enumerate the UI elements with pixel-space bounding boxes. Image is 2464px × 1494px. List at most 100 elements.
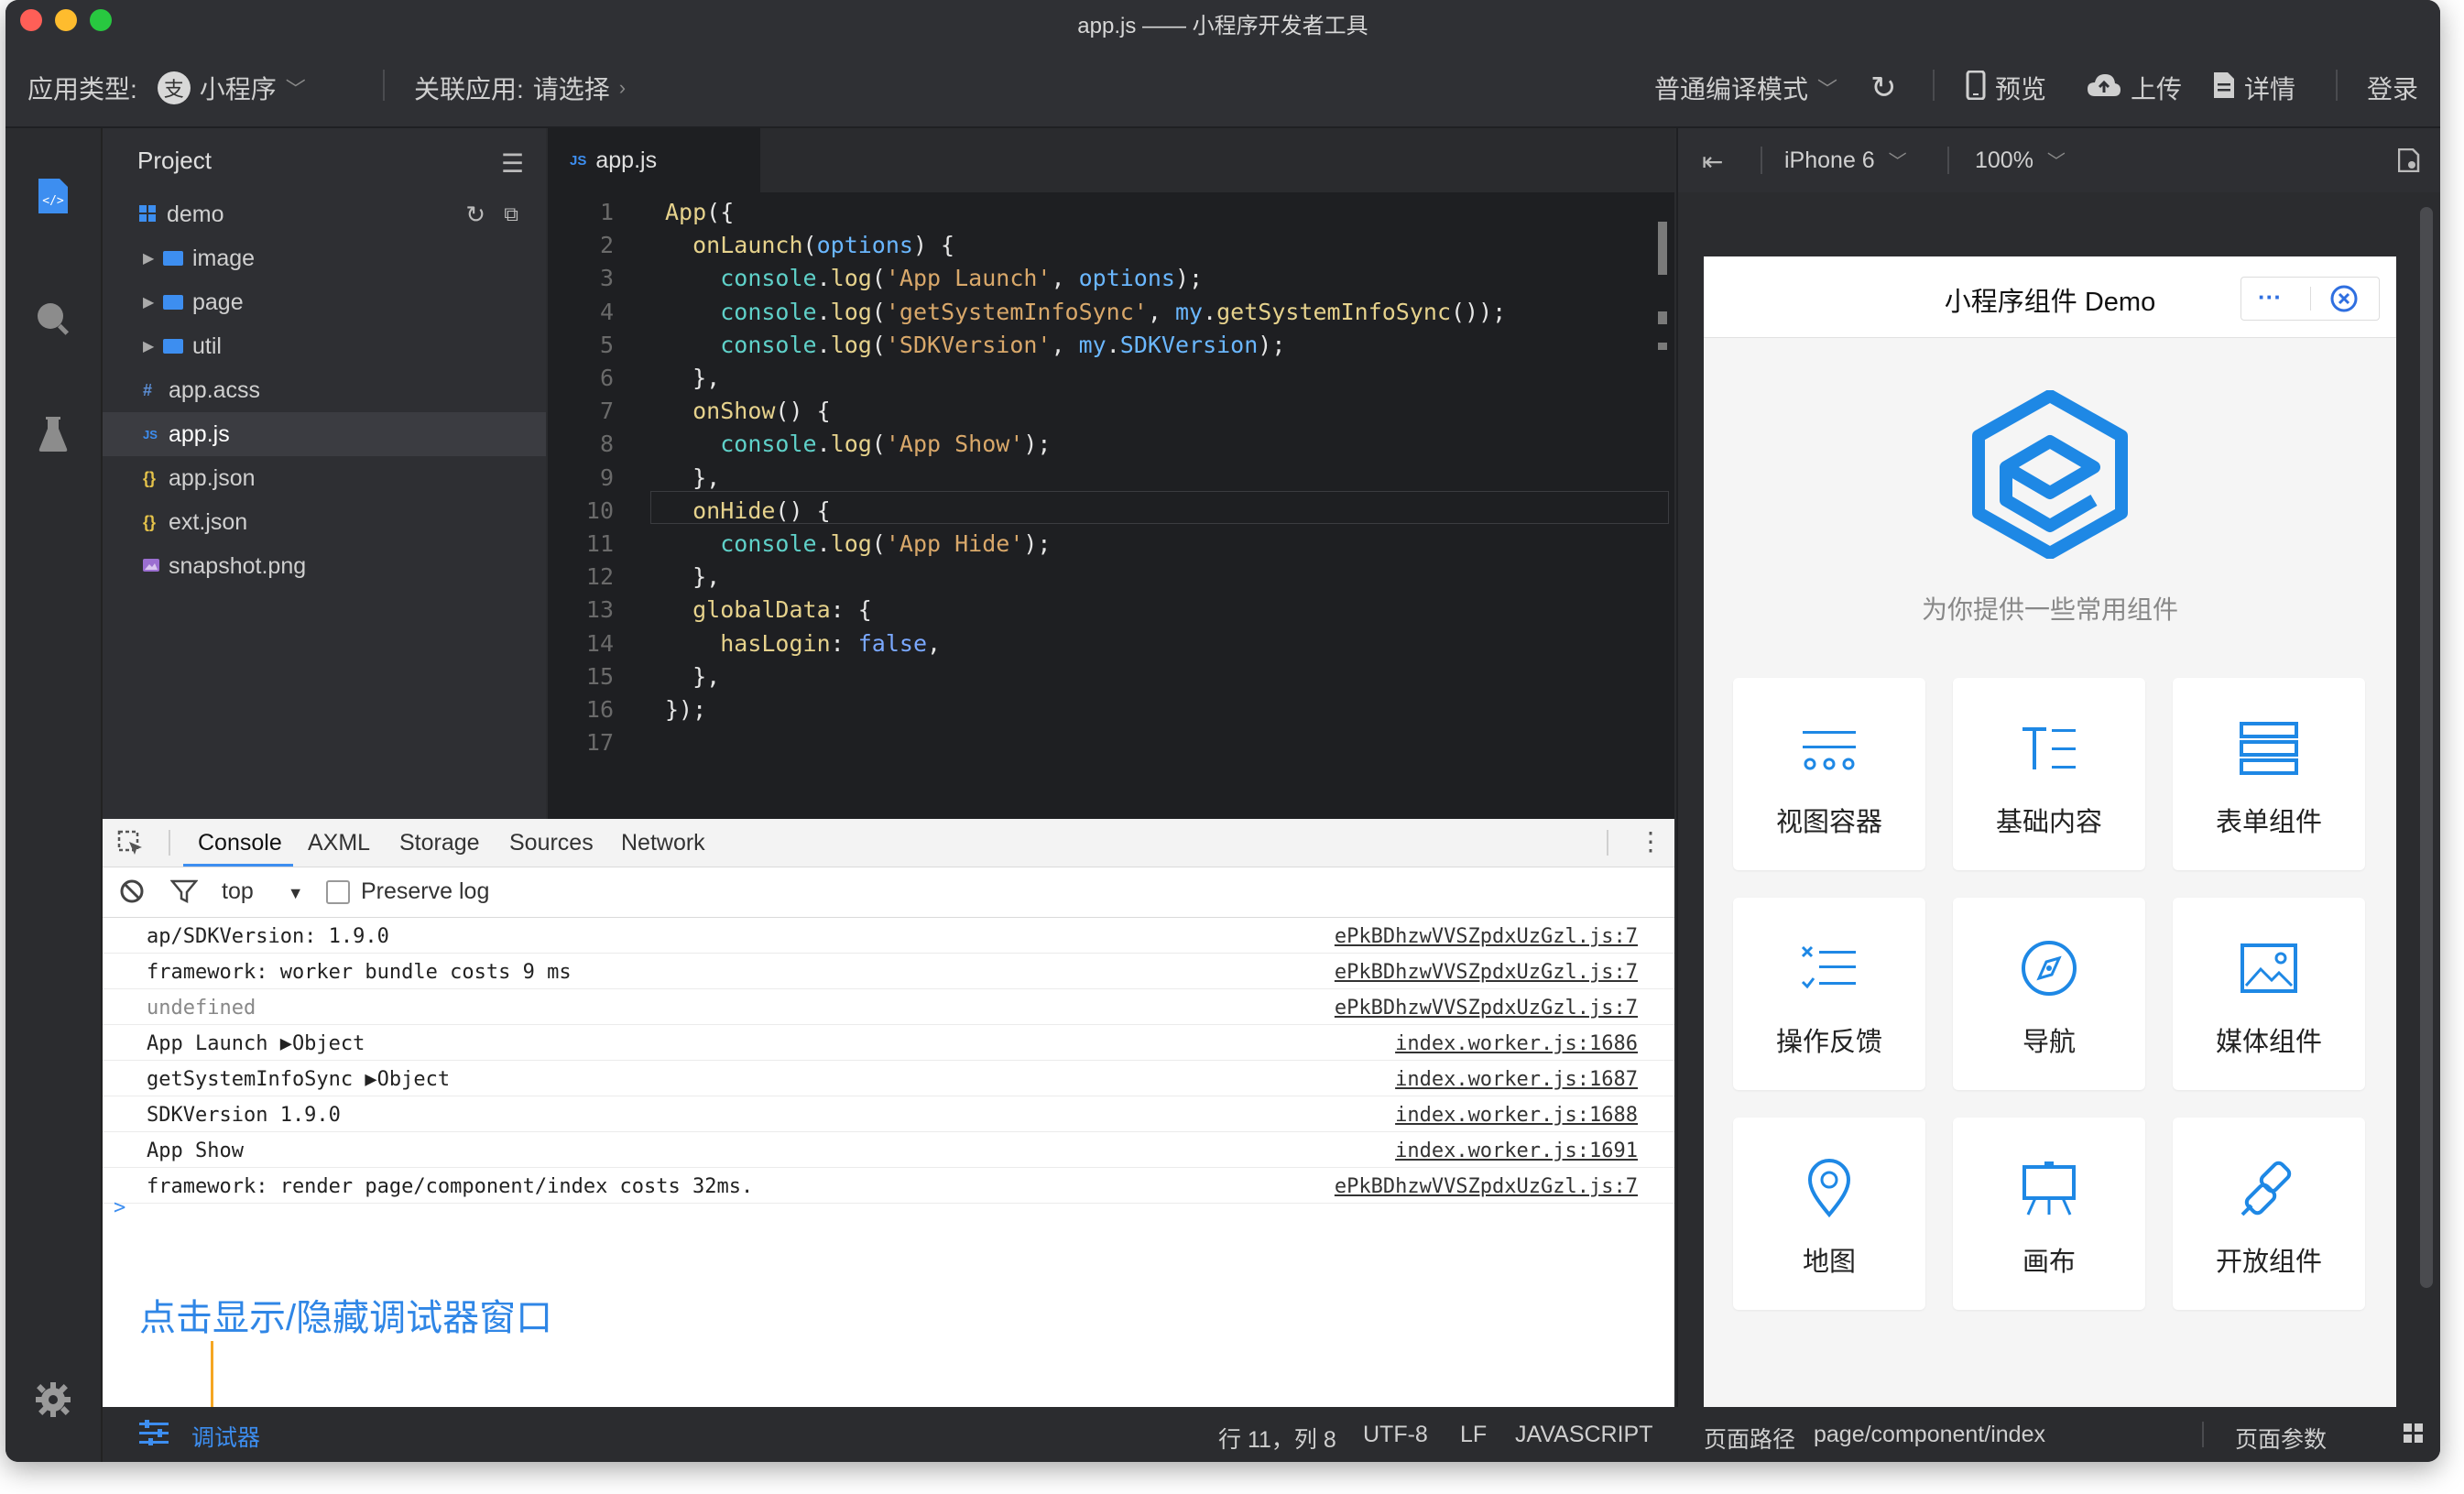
code-editor[interactable]: 1 App({2 onLaunch(options) {3 console.log… — [548, 192, 1674, 819]
tab-storage[interactable]: Storage — [399, 830, 480, 856]
app-type-selector[interactable]: 应用类型: 支 小程序 ﹀ — [27, 70, 306, 106]
encoding[interactable]: UTF-8 — [1363, 1422, 1428, 1448]
tab-app-js[interactable]: JS app.js — [548, 128, 760, 192]
card-canvas[interactable]: 画布 — [1953, 1118, 2145, 1310]
login-button[interactable]: 登录 — [2367, 70, 2418, 106]
console-source-link[interactable]: index.worker.js:1688 — [1395, 1104, 1638, 1127]
code-line[interactable]: 7 onShow() { — [548, 395, 1647, 428]
code-editor-icon[interactable]: </> — [33, 176, 73, 216]
more-icon[interactable]: ··· — [2258, 283, 2282, 311]
line-ending[interactable]: LF — [1460, 1422, 1487, 1448]
page-params[interactable]: 页面参数 — [2235, 1422, 2327, 1455]
context-select[interactable]: top ▼ — [222, 878, 304, 905]
tagline: 为你提供一些常用组件 — [1921, 595, 2178, 624]
tree-item-app-json[interactable]: {} app.json — [103, 456, 546, 500]
console-message[interactable]: getSystemInfoSync ▶Object — [147, 1068, 450, 1091]
tree-root[interactable]: demo ↻ ⧉ — [103, 192, 546, 236]
zoom-select[interactable]: 100% ﹀ — [1975, 147, 2066, 174]
tab-network[interactable]: Network — [621, 830, 705, 856]
console-source-link[interactable]: ePkBDhzwVVSZpdxUzGzl.js:7 — [1335, 961, 1638, 984]
preserve-log-label: Preserve log — [361, 878, 490, 904]
language-mode[interactable]: JAVASCRIPT — [1515, 1422, 1653, 1448]
card-view-container[interactable]: 视图容器 — [1733, 678, 1925, 870]
card-open-components[interactable]: 开放组件 — [2173, 1118, 2365, 1310]
simulator-scrollbar[interactable] — [2420, 207, 2433, 1288]
code-line[interactable]: 5 console.log('SDKVersion', my.SDKVersio… — [548, 329, 1647, 362]
console-source-link[interactable]: index.worker.js:1687 — [1395, 1068, 1638, 1091]
refresh-button[interactable]: ↻ — [1870, 70, 1897, 106]
code-line[interactable]: 9 }, — [548, 462, 1647, 495]
console-source-link[interactable]: ePkBDhzwVVSZpdxUzGzl.js:7 — [1335, 925, 1638, 948]
code-line[interactable]: 3 console.log('App Launch', options); — [548, 262, 1647, 295]
tree-item-app-acss[interactable]: # app.acss — [103, 368, 546, 412]
tab-console[interactable]: Console — [198, 830, 282, 856]
collapse-all-icon[interactable]: ⧉ — [504, 202, 518, 226]
upload-button[interactable]: 上传 — [2087, 70, 2182, 106]
tree-item-util[interactable]: ▶ util — [103, 324, 546, 368]
code-line[interactable]: 4 console.log('getSystemInfoSync', my.ge… — [548, 296, 1647, 329]
tree-item-label: util — [192, 333, 222, 359]
project-title: Project — [137, 146, 212, 174]
code-line[interactable]: 17 — [548, 726, 1647, 759]
tree-item-snapshot-png[interactable]: snapshot.png — [103, 544, 546, 588]
tree-item-ext-json[interactable]: {} ext.json — [103, 500, 546, 544]
line-number: 5 — [599, 331, 614, 358]
search-icon[interactable] — [33, 299, 73, 339]
card-map[interactable]: 地图 — [1733, 1118, 1925, 1310]
app-type-label: 应用类型: — [27, 75, 137, 104]
tab-sources[interactable]: Sources — [509, 830, 594, 856]
clear-console-icon[interactable] — [119, 878, 145, 909]
more-options-icon[interactable]: ⋮ — [1638, 826, 1663, 856]
preview-button[interactable]: 预览 — [1966, 70, 2046, 106]
inspect-element-icon[interactable] — [117, 830, 145, 862]
compile-mode-select[interactable]: 普通编译模式 ﹀ — [1654, 70, 1837, 106]
console-prompt[interactable]: > — [114, 1196, 1652, 1229]
tree-item-page[interactable]: ▶ page — [103, 280, 546, 324]
editor-minimap-scrollbar[interactable] — [1656, 203, 1667, 808]
code-line[interactable]: 2 onLaunch(options) { — [548, 229, 1647, 262]
grid-layout-icon[interactable] — [2404, 1423, 2424, 1450]
console-source-link[interactable]: index.worker.js:1686 — [1395, 1032, 1638, 1055]
filter-icon[interactable] — [169, 878, 199, 909]
tree-item-image[interactable]: ▶ image — [103, 236, 546, 280]
console-source-link[interactable]: index.worker.js:1691 — [1395, 1140, 1638, 1162]
details-button[interactable]: 详情 — [2213, 70, 2295, 106]
code-line[interactable]: 1 App({ — [548, 196, 1647, 229]
code-line[interactable]: 15 }, — [548, 660, 1647, 693]
device-select[interactable]: iPhone 6 ﹀ — [1784, 147, 1907, 174]
code-line[interactable]: 10 onHide() { — [548, 495, 1647, 528]
line-number: 2 — [599, 232, 614, 259]
close-miniprogram-icon[interactable] — [2329, 284, 2359, 318]
preserve-log-checkbox[interactable] — [326, 880, 350, 904]
line-number: 7 — [599, 398, 614, 425]
tree-item-app-js[interactable]: JS app.js — [103, 412, 546, 456]
code-line[interactable]: 11 console.log('App Hide'); — [548, 528, 1647, 561]
tab-axml[interactable]: AXML — [308, 830, 370, 856]
card-navigation[interactable]: 导航 — [1953, 898, 2145, 1090]
collapse-icon[interactable]: ☰ — [501, 148, 524, 179]
compile-mode-label: 普通编译模式 — [1654, 75, 1809, 104]
code-text: onHide() { — [692, 496, 831, 524]
flask-icon[interactable] — [33, 414, 73, 454]
debugger-toggle[interactable]: 调试器 — [139, 1420, 260, 1453]
indent-icon[interactable]: ⇤ — [1702, 147, 1723, 177]
line-number: 11 — [585, 530, 614, 557]
code-line[interactable]: 14 hasLogin: false, — [548, 627, 1647, 660]
cursor-position[interactable]: 行 11，列 8 — [1218, 1422, 1336, 1455]
code-line[interactable]: 8 console.log('App Show'); — [548, 428, 1647, 461]
code-line[interactable]: 16}); — [548, 693, 1647, 726]
refresh-icon[interactable]: ↻ — [465, 201, 485, 229]
card-feedback[interactable]: 操作反馈 — [1733, 898, 1925, 1090]
console-source-link[interactable]: ePkBDhzwVVSZpdxUzGzl.js:7 — [1335, 1175, 1638, 1198]
code-line[interactable]: 13 globalData: { — [548, 594, 1647, 627]
card-form[interactable]: 表单组件 — [2173, 678, 2365, 870]
console-source-link[interactable]: ePkBDhzwVVSZpdxUzGzl.js:7 — [1335, 997, 1638, 1020]
linked-app-selector[interactable]: 关联应用: 请选择 › — [414, 70, 626, 106]
gear-icon[interactable] — [33, 1379, 73, 1420]
code-line[interactable]: 6 }, — [548, 362, 1647, 395]
code-line[interactable]: 12 }, — [548, 561, 1647, 594]
settings-doc-icon[interactable] — [2397, 147, 2420, 177]
console-message[interactable]: App Launch ▶Object — [147, 1032, 365, 1055]
card-media[interactable]: 媒体组件 — [2173, 898, 2365, 1090]
card-basic-content[interactable]: 基础内容 — [1953, 678, 2145, 870]
